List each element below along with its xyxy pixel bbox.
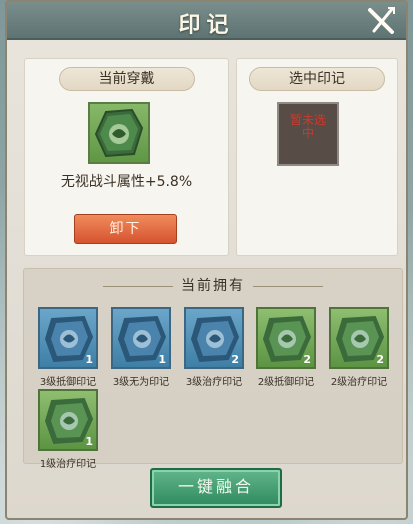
owned-item-label: 3级无为印记 — [112, 377, 170, 388]
mark-gem-icon — [94, 108, 144, 158]
item-count: 1 — [85, 353, 93, 366]
owned-item-label: 3级抵御印记 — [39, 377, 97, 388]
item-count: 1 — [85, 435, 93, 448]
item-count: 2 — [231, 353, 239, 366]
equipped-card: 当前穿戴 无视战斗属性+5.8% 卸下 — [24, 58, 229, 256]
owned-item[interactable]: 1 — [38, 389, 98, 451]
selected-card: 选中印记 暂未选中 — [236, 58, 398, 256]
item-count: 1 — [158, 353, 166, 366]
remove-button[interactable]: 卸下 — [74, 214, 177, 244]
owned-item[interactable]: 2 — [184, 307, 244, 369]
owned-title-text: 当前拥有 — [181, 278, 245, 294]
selected-mark-slot[interactable]: 暂未选中 — [277, 102, 339, 166]
close-x-icon — [368, 7, 395, 34]
equipped-gem-slot[interactable] — [88, 102, 150, 164]
item-count: 2 — [303, 353, 311, 366]
owned-title: 当前拥有 — [24, 275, 402, 295]
fuse-all-button[interactable]: 一键融合 — [150, 468, 282, 508]
title-divider-right — [253, 285, 323, 287]
equipped-description: 无视战斗属性+5.8% — [60, 174, 193, 190]
owned-item[interactable]: 1 — [111, 307, 171, 369]
close-button[interactable] — [364, 4, 398, 38]
panel-title: 印记 — [178, 13, 235, 38]
owned-item-label: 2级抵御印记 — [257, 377, 315, 388]
owned-item[interactable]: 1 — [38, 307, 98, 369]
owned-item-label: 1级治疗印记 — [39, 459, 97, 470]
selected-header: 选中印记 — [249, 67, 385, 91]
mark-panel: 印记 当前穿戴 无视战斗属性+5.8% 卸下 选中印记 暂未选中 当前拥有 1 … — [5, 0, 408, 520]
equipped-header: 当前穿戴 — [58, 67, 195, 91]
owned-item[interactable]: 2 — [329, 307, 389, 369]
owned-item-label: 3级治疗印记 — [185, 377, 243, 388]
item-count: 2 — [376, 353, 384, 366]
title-divider-left — [103, 285, 173, 287]
owned-item-label: 2级治疗印记 — [330, 377, 388, 388]
title-bar: 印记 — [7, 2, 406, 40]
owned-item[interactable]: 2 — [256, 307, 316, 369]
selected-empty-text: 暂未选中 — [289, 113, 326, 140]
owned-area: 当前拥有 1 3级抵御印记 1 3级无为印记 2 3级治疗印记 2 2级抵御印记 2 2级治疗印记… — [23, 268, 403, 470]
